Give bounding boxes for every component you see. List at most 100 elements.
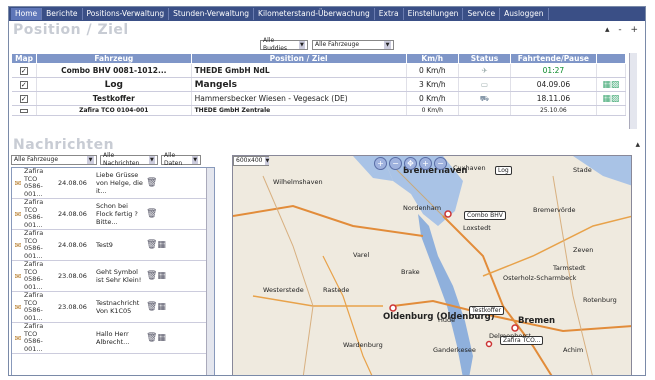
envelope-icon: ✉ [14, 302, 22, 312]
zoom-out-icon[interactable]: − [389, 157, 402, 170]
pan-icon[interactable]: ✥ [404, 157, 417, 170]
zoom-in-icon[interactable]: + [419, 157, 432, 170]
map-checkbox[interactable]: ✓ [19, 81, 28, 89]
city-label: Ganderkesee [433, 346, 476, 354]
list-item[interactable]: ✉ Zafira TCO 0586-001... 23.08.06 Testna… [12, 291, 214, 323]
trash-map-icon[interactable]: 🗑▦ [146, 333, 176, 343]
msg-vehicles-select[interactable]: Alle Fahrzeuge ▼ [11, 155, 97, 165]
vehicles-select[interactable]: Alle Fahrzeuge ▼ [312, 40, 394, 50]
city-label: Achim [563, 346, 584, 354]
tab-ausloggen[interactable]: Ausloggen [500, 8, 549, 20]
tab-kilometerstand[interactable]: Kilometerstand-Überwachung [254, 8, 375, 20]
table-row[interactable]: ✓ Combo BHV 0081-1012... THEDE GmbH NdL … [11, 63, 627, 78]
col-fahrzeug[interactable]: Fahrzeug [36, 53, 192, 64]
zoom-in-icon[interactable]: + [374, 157, 387, 170]
status-icon [458, 105, 512, 116]
table-row[interactable]: ✓ Log Mangels 3 Km/h ▭ 04.09.06 ▦▨ [11, 77, 627, 92]
msg-vehicle: Zafira TCO 0586-001... [24, 167, 44, 198]
buddies-select[interactable]: Alle Buddies ▼ [260, 37, 308, 52]
status-icon: ⛟ [458, 91, 512, 106]
list-item[interactable]: ✉ Zafira TCO 0586-001... 24.08.06 Test9 … [12, 229, 214, 261]
table-row[interactable]: Zafira TCO 0104-001 THEDE GmbH Zentrale … [11, 105, 627, 116]
speed-cell: 0 Km/h [406, 91, 459, 106]
chevron-down-icon: ▼ [148, 156, 155, 164]
map-checkbox[interactable] [19, 109, 28, 113]
status-icon: ✈ [458, 63, 512, 78]
message-scrollbar[interactable] [206, 168, 214, 375]
vehicle-cell: Log [36, 77, 192, 92]
msg-text: Liebe Grüsse von Helge, die it... [96, 171, 143, 195]
vehicle-marker-zafira[interactable]: Zafira TCO... [500, 336, 544, 345]
trash-map-icon[interactable]: 🗑▦ [146, 240, 176, 250]
map-checkbox[interactable]: ✓ [19, 95, 28, 103]
position-cell: THEDE GmbH Zentrale [191, 105, 407, 116]
vehicle-cell: Zafira TCO 0104-001 [36, 105, 192, 116]
envelope-icon: ✉ [14, 240, 22, 250]
panel-controls[interactable]: ▴ [635, 140, 643, 150]
action-cell [596, 105, 627, 116]
zoom-out-icon[interactable]: − [434, 157, 447, 170]
trash-map-icon[interactable]: 🗑▦ [146, 302, 176, 312]
vehicle-cell: Combo BHV 0081-1012... [36, 63, 192, 78]
map-action-icon[interactable]: ▦▨ [596, 91, 627, 106]
col-map[interactable]: Map [10, 53, 38, 64]
messages-header: Nachrichten ▴ [9, 137, 645, 153]
map-size-select[interactable]: 600x400 ▼ [233, 156, 270, 166]
msg-text: Hallo Herr Albrecht... [96, 330, 130, 346]
vehicle-marker-log[interactable]: Log [495, 166, 512, 175]
position-cell: Hammersbecker Wiesen - Vegesack (DE) [191, 91, 407, 106]
list-item[interactable]: ✉ Zafira TCO 0586-001... Hallo Herr Albr… [12, 322, 214, 354]
msg-date-select[interactable]: Alle Daten ▼ [161, 152, 201, 167]
msg-vehicle: Zafira TCO 0586-001... [24, 198, 44, 229]
status-icon: ▭ [458, 77, 512, 92]
city-label: Tarmstedt [553, 264, 586, 272]
msg-text: Testnachricht Von K1C05 [96, 299, 140, 315]
map-action-icon[interactable]: ▦▨ [596, 77, 627, 92]
col-actions [595, 53, 627, 64]
trash-icon[interactable]: 🗑 [146, 209, 176, 219]
tab-service[interactable]: Service [463, 8, 501, 20]
col-kmh[interactable]: Km/h [405, 53, 459, 64]
position-scrollbar[interactable] [629, 53, 637, 129]
vehicle-marker-testkoffer[interactable]: Testkoffer [469, 306, 505, 315]
time-cell: 01:27 [510, 63, 597, 78]
map-view[interactable]: Bremerhaven Oldenburg (Oldenburg) Bremen… [232, 155, 632, 375]
msg-date: 24.08.06 [58, 241, 87, 249]
list-item[interactable]: ✉ Zafira TCO 0586-001... 23.08.06 Geht S… [12, 260, 214, 292]
messages-section: Nachrichten ▴ Alle Fahrzeuge ▼ Alle Nachr… [9, 137, 645, 375]
col-status[interactable]: Status [457, 53, 512, 64]
map-checkbox[interactable]: ✓ [19, 67, 28, 75]
main-nav: Home Berichte Positions-Verwaltung Stund… [9, 7, 645, 21]
table-row[interactable]: ✓ Testkoffer Hammersbecker Wiesen - Vege… [11, 91, 627, 106]
tab-positions-verwaltung[interactable]: Positions-Verwaltung [83, 8, 170, 20]
map-zoom-controls: + − ✥ + − [374, 157, 447, 170]
msg-type-select[interactable]: Alle Nachrichten ▼ [100, 152, 158, 167]
tab-home[interactable]: Home [11, 8, 43, 20]
panel-controls[interactable]: ▴ - + [605, 25, 641, 35]
chevron-down-icon: ▼ [384, 41, 391, 49]
trash-icon[interactable]: 🗑 [146, 178, 176, 188]
col-fahrtende[interactable]: Fahrtende/Pause [510, 53, 597, 64]
position-filterbar: Alle Buddies ▼ Alle Fahrzeuge ▼ [9, 37, 645, 52]
city-label: Osterholz-Scharmbeck [503, 274, 577, 282]
message-list: ✉ Zafira TCO 0586-001... 24.08.06 Liebe … [11, 167, 215, 375]
list-item[interactable]: ✉ Zafira TCO 0586-001... 24.08.06 Liebe … [12, 167, 214, 199]
msg-vehicle: Zafira TCO 0586-001... [24, 229, 44, 260]
speed-cell: 0 Km/h [406, 105, 459, 116]
col-position[interactable]: Position / Ziel [190, 53, 407, 64]
tab-berichte[interactable]: Berichte [42, 8, 83, 20]
tab-einstellungen[interactable]: Einstellungen [404, 8, 464, 20]
position-panel-header: Position / Ziel ▴ - + [9, 21, 645, 38]
city-label: Varel [353, 251, 370, 259]
chevron-down-icon: ▼ [87, 156, 94, 164]
vehicle-marker-combo[interactable]: Combo BHV [464, 211, 506, 220]
position-panel-title: Position / Ziel [13, 21, 129, 38]
msg-text: Geht Symbol ist Sehr Klein! [96, 268, 142, 284]
trash-map-icon[interactable]: 🗑▦ [146, 271, 176, 281]
msg-text: Schon bei Flock fertig ? Bitte... [96, 202, 138, 226]
position-table: Map Fahrzeug Position / Ziel Km/h Status… [10, 53, 627, 116]
city-label: Rotenburg [583, 296, 617, 304]
tab-stunden-verwaltung[interactable]: Stunden-Verwaltung [169, 8, 255, 20]
list-item[interactable]: ✉ Zafira TCO 0586-001... 24.08.06 Schon … [12, 198, 214, 230]
tab-extra[interactable]: Extra [375, 8, 404, 20]
